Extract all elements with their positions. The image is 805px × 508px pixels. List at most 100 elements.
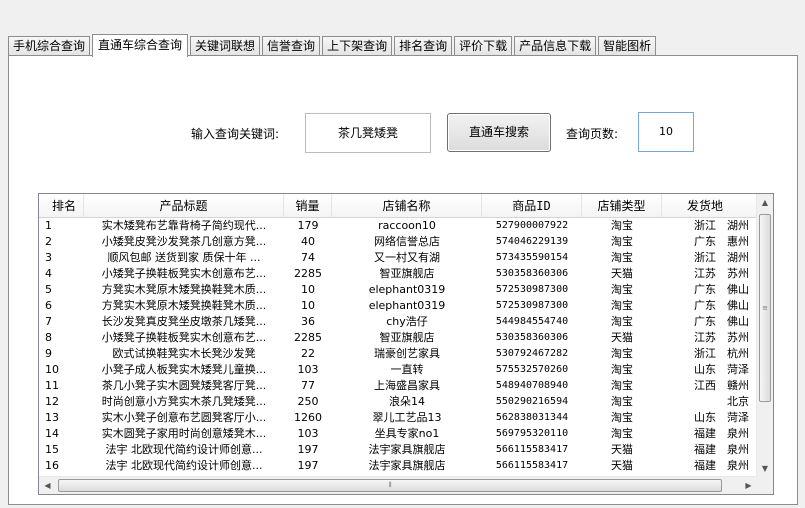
cell-rank: 9	[45, 347, 52, 360]
cell-location: 北京	[727, 395, 749, 408]
cell-location: 山东 菏泽	[694, 363, 749, 376]
tab-2[interactable]: 关键词联想	[190, 36, 261, 56]
header-col-title[interactable]: 产品标题	[84, 194, 284, 218]
app-window: 手机综合查询 直通车综合查询 关键词联想 信誉查询 上下架查询 排名查询 评价下载 产品信息下…	[0, 0, 805, 508]
cell-rank: 12	[45, 395, 59, 408]
header-col-shop-type[interactable]: 店铺类型	[582, 194, 662, 218]
cell-location: 山东 菏泽	[694, 411, 749, 424]
header-col-sales[interactable]: 销量	[284, 194, 332, 218]
tab-6[interactable]: 评价下载	[454, 36, 513, 56]
cell-shop: 坐具专家no1	[374, 427, 440, 440]
cell-rank: 3	[45, 251, 52, 264]
cell-shop: elephant0319	[368, 299, 446, 312]
cell-title: 法宇 北欧现代简约设计师创意...	[105, 443, 263, 456]
cell-shop-type: 淘宝	[611, 347, 633, 360]
table-row[interactable]: 4 小矮凳子换鞋板凳实木创意布艺... 2285 智亚旗舰店 530358360306 天…	[39, 266, 757, 282]
horizontal-scrollbar[interactable]: ◀ ⦀ ▶	[39, 476, 757, 494]
cell-shop-type: 淘宝	[611, 395, 633, 408]
cell-item-id: 550290216594	[495, 396, 569, 407]
table-row[interactable]: 3 顺风包邮 送货到家 质保十年 ... 74 又一村又有湖 573435590154 淘…	[39, 250, 757, 266]
cell-title: 实木矮凳布艺靠背椅子简约现代...	[101, 219, 267, 232]
cell-sales: 77	[301, 379, 315, 392]
cell-rank: 2	[45, 235, 52, 248]
table-row[interactable]: 13 实木小凳子创意布艺圆凳客厅小... 1260 翠儿工艺品13 5628380313…	[39, 410, 757, 426]
cell-rank: 1	[45, 219, 52, 232]
table-row[interactable]: 11 茶几小凳子实木圆凳矮凳客厅凳... 77 上海盛昌家具 548940708940 淘…	[39, 378, 757, 394]
cell-item-id: 530358360306	[495, 268, 569, 279]
cell-rank: 11	[45, 379, 59, 392]
cell-shop-type: 天猫	[611, 267, 633, 280]
tab-0[interactable]: 手机综合查询	[8, 36, 91, 56]
cell-shop-type: 淘宝	[611, 235, 633, 248]
keyword-label: 输入查询关键词:	[191, 127, 280, 141]
cell-sales: 2285	[294, 331, 322, 344]
cell-location: 浙江 湖州	[694, 251, 749, 264]
cell-item-id: 573435590154	[495, 252, 569, 263]
table-row[interactable]: 12 时尚创意小方凳实木茶几凳矮凳... 250 浪朵14 550290216594 淘宝…	[39, 394, 757, 410]
cell-location: 浙江 湖州	[694, 219, 749, 232]
tab-7[interactable]: 产品信息下载	[514, 36, 597, 56]
header-col-rank[interactable]: 排名	[39, 194, 84, 218]
cell-title: 方凳实木凳原木矮凳换鞋凳木质...	[101, 283, 267, 296]
scroll-right-icon[interactable]: ▶	[740, 477, 757, 494]
tab-1[interactable]: 直通车综合查询	[92, 34, 189, 57]
table-row[interactable]: 16 法宇 北欧现代简约设计师创意... 197 法宇家具旗舰店 56611558341…	[39, 458, 757, 474]
vertical-scrollbar[interactable]: ▲ ≡ ▼	[756, 194, 773, 477]
cell-sales: 250	[297, 395, 319, 408]
cell-shop-type: 淘宝	[611, 411, 633, 424]
cell-location: 浙江 杭州	[694, 347, 749, 360]
cell-shop: 又一村又有湖	[374, 251, 440, 264]
table-row[interactable]: 10 小凳子成人板凳实木矮凳儿童换... 103 一直转 575532570260 淘宝 山…	[39, 362, 757, 378]
cell-shop: elephant0319	[368, 283, 446, 296]
vertical-scroll-thumb[interactable]: ≡	[759, 214, 771, 402]
scroll-down-icon[interactable]: ▼	[757, 460, 773, 477]
cell-shop-type: 天猫	[611, 459, 633, 472]
header-col-location[interactable]: 发货地	[662, 194, 757, 218]
cell-shop: 智亚旗舰店	[379, 331, 435, 344]
tab-8[interactable]: 智能图析	[598, 36, 657, 56]
tab-5[interactable]: 排名查询	[394, 36, 453, 56]
cell-sales: 179	[297, 219, 319, 232]
table-row[interactable]: 9 欧式试换鞋凳实木长凳沙发凳 22 瑞豪创艺家具 530792467282 淘宝 浙江 杭…	[39, 346, 757, 362]
cell-location: 广东 佛山	[694, 283, 749, 296]
cell-title: 时尚创意小方凳实木茶几凳矮凳...	[101, 395, 267, 408]
cell-title: 方凳实木凳原木矮凳换鞋凳木质...	[101, 299, 267, 312]
cell-item-id: 544984554740	[495, 316, 569, 327]
cell-shop: 智亚旗舰店	[379, 267, 435, 280]
pages-label: 查询页数:	[566, 127, 619, 141]
header-col-item-id[interactable]: 商品ID	[482, 194, 582, 218]
results-grid[interactable]: 排名 产品标题 销量 店铺名称 商品ID 店铺类型 发货地 1 实木矮凳布艺靠背椅子简约现代.…	[38, 193, 774, 495]
table-row[interactable]: 14 实木圆凳子家用时尚创意矮凳木... 103 坐具专家no1 56979532011…	[39, 426, 757, 442]
header-col-shop[interactable]: 店铺名称	[332, 194, 482, 218]
cell-title: 茶几小凳子实木圆凳矮凳客厅凳...	[101, 379, 267, 392]
cell-sales: 197	[297, 459, 319, 472]
table-row[interactable]: 15 法宇 北欧现代简约设计师创意... 197 法宇家具旗舰店 56611558341…	[39, 442, 757, 458]
cell-sales: 197	[297, 443, 319, 456]
cell-title: 小矮凳皮凳沙发凳茶几创意方凳...	[101, 235, 267, 248]
table-row[interactable]: 6 方凳实木凳原木矮凳换鞋凳木质... 10 elephant0319 57253098…	[39, 298, 757, 314]
through-train-search-button[interactable]: 直通车搜索	[447, 113, 551, 152]
cell-sales: 1260	[294, 411, 322, 424]
table-row[interactable]: 5 方凳实木凳原木矮凳换鞋凳木质... 10 elephant0319 57253098…	[39, 282, 757, 298]
cell-sales: 40	[301, 235, 315, 248]
cell-shop-type: 淘宝	[611, 299, 633, 312]
cell-sales: 10	[301, 299, 315, 312]
cell-item-id: 569795320110	[495, 428, 569, 439]
pages-input[interactable]: 10	[638, 112, 694, 152]
cell-sales: 22	[301, 347, 315, 360]
cell-shop-type: 天猫	[611, 331, 633, 344]
table-row[interactable]: 8 小矮凳子换鞋板凳实木创意布艺... 2285 智亚旗舰店 530358360306 天…	[39, 330, 757, 346]
scroll-left-icon[interactable]: ◀	[39, 477, 56, 494]
tab-3[interactable]: 信誉查询	[262, 36, 321, 56]
cell-item-id: 572530987300	[495, 284, 569, 295]
cell-shop: 法宇家具旗舰店	[368, 443, 446, 456]
table-row[interactable]: 7 长沙发凳真皮凳坐皮墩茶几矮凳... 36 chy浩仔 544984554740 淘宝 广…	[39, 314, 757, 330]
cell-item-id: 574046229139	[495, 236, 569, 247]
keyword-input[interactable]: 茶几凳矮凳	[305, 113, 431, 153]
scroll-up-icon[interactable]: ▲	[757, 194, 773, 211]
table-row[interactable]: 1 实木矮凳布艺靠背椅子简约现代... 179 raccoon10 5279000079…	[39, 218, 757, 234]
tab-4[interactable]: 上下架查询	[322, 36, 393, 56]
horizontal-scroll-thumb[interactable]: ⦀	[58, 479, 722, 492]
cell-location: 江苏 苏州	[694, 331, 749, 344]
table-row[interactable]: 2 小矮凳皮凳沙发凳茶几创意方凳... 40 网络信誉总店 574046229139 淘宝…	[39, 234, 757, 250]
